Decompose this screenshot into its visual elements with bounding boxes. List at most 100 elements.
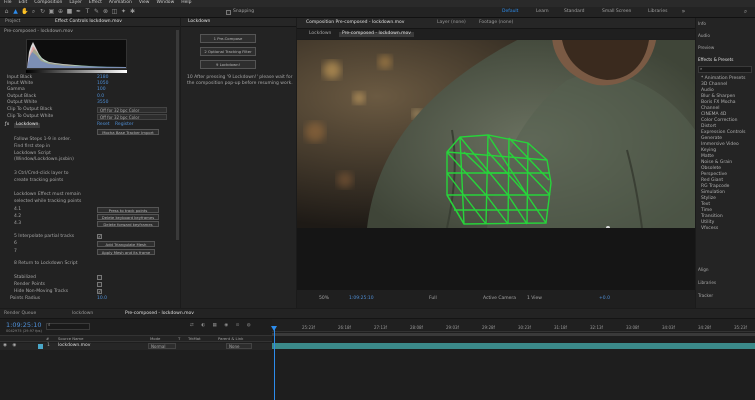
workspace-standard[interactable]: Standard [564,9,584,15]
panel-effects-presets[interactable]: Effects & Presets [698,57,733,62]
search-icon[interactable]: ⌕ [742,9,749,16]
render-points-checkbox[interactable] [97,282,102,287]
effect-category-20[interactable]: Simulation [701,190,725,196]
interpolate-checkbox[interactable]: ✓ [97,234,102,239]
workspace-learn[interactable]: Learn [536,9,549,15]
effect-category-16[interactable]: Obsolete [701,166,721,172]
effect-category-7[interactable]: CINEMA 4D [701,112,726,118]
pre-compose-button[interactable]: 1 Pre-Compose [200,34,256,43]
viewer-pasteboard[interactable] [297,228,695,290]
tab-layer[interactable]: Layer (none) [437,20,466,26]
hide-non-moving-checkbox[interactable]: ✓ [97,289,102,294]
panel-audio[interactable]: Audio [698,33,710,38]
menu-composition[interactable]: Composition [34,1,62,6]
camera-tool-icon[interactable]: ▣ [48,9,55,16]
points-radius-value[interactable]: 10.0 [97,296,107,302]
effect-category-21[interactable]: Stylize [701,196,716,202]
input-black-value[interactable]: 2180 [97,75,108,81]
effect-fx-icon[interactable]: ƒx [5,122,9,128]
pan-behind-tool-icon[interactable]: ⊕ [57,9,64,16]
menu-help[interactable]: Help [181,1,191,6]
layer-mode-dropdown[interactable]: Normal [148,343,176,349]
delete-forward-keyframes-button[interactable]: Delete forward keyframes [97,221,159,227]
workspace-default[interactable]: Default [502,9,518,15]
effect-category-4[interactable]: Blur & Sharpen [701,94,735,100]
exposure-value[interactable]: +0.0 [599,296,610,302]
effect-category-26[interactable]: Vfxcess [701,226,718,232]
effect-category-1[interactable]: * Animation Presets [701,76,745,82]
panel-align[interactable]: Align [698,267,709,272]
effect-category-10[interactable]: Expression Controls [701,130,745,136]
timeline-timecode[interactable]: 1:09:25:10 [6,322,42,329]
mask-tool-icon[interactable]: ■ [66,9,73,16]
output-black-value[interactable]: 0.0 [97,94,104,100]
effect-register-link[interactable]: Register [115,122,134,128]
effect-category-9[interactable]: Distort [701,124,716,130]
effect-category-2[interactable]: 3D Channel [701,82,727,88]
input-gradient-bar[interactable] [26,70,127,73]
effect-category-19[interactable]: RG Trapcode [701,184,729,190]
output-white-value[interactable]: 3550 [97,100,108,106]
effect-category-14[interactable]: Matte [701,154,714,160]
effect-category-23[interactable]: Time [701,208,712,214]
eraser-tool-icon[interactable]: ◫ [111,9,118,16]
time-ruler[interactable]: 25:23f 26:18f 27:13f 28:08f 29:03f 29:28… [272,319,755,332]
effect-category-22[interactable]: Text [701,202,710,208]
home-icon[interactable]: ⌂ [3,9,10,16]
zoom-dropdown[interactable]: 50% [319,296,329,302]
tab-composition[interactable]: Composition Pre-composed - lockdown.mov [306,20,404,26]
effect-category-15[interactable]: Noise & Grain [701,160,732,166]
timeline-switch-icons[interactable]: ⇄ ◐ ▦ ◉ ⊙ ◍ [190,323,254,329]
panel-preview[interactable]: Preview [698,45,714,50]
track-points-button[interactable]: Press to track points [97,207,159,213]
puppet-tool-icon[interactable]: ✱ [129,9,136,16]
effect-category-25[interactable]: Utility [701,220,714,226]
effect-category-3[interactable]: Audio [701,88,714,94]
hand-tool-icon[interactable]: ✋ [21,9,28,16]
menu-animation[interactable]: Animation [109,1,132,6]
table-row[interactable]: ◉ ◉ 1 lockdown.mov Normal None [0,343,272,350]
zoom-tool-icon[interactable]: ⌕ [30,9,37,16]
effect-category-13[interactable]: Keying [701,148,716,154]
tab-lockdown[interactable]: Lockdown [188,19,210,25]
workspace-small-screen[interactable]: Small Screen [602,9,631,15]
effect-category-12[interactable]: Immersive Video [701,142,739,148]
resolution-dropdown[interactable]: Full [429,296,437,302]
effect-reset-link[interactable]: Reset [97,122,110,128]
gamma-value[interactable]: 100 [97,87,106,93]
clip-black-dropdown[interactable]: Off for 32 bpc Color [97,107,167,113]
effect-category-6[interactable]: Channel [701,106,719,112]
timeline-search-input[interactable] [46,323,90,330]
selection-tool-icon[interactable]: ▲ [12,9,19,16]
mocha-import-button[interactable]: Mocha Base Tracker Import [97,129,159,135]
camera-dropdown[interactable]: Active Camera [483,296,516,302]
tab-render-queue[interactable]: Render Queue [4,311,36,317]
menu-file[interactable]: File [4,1,12,6]
roto-tool-icon[interactable]: ✦ [120,9,127,16]
layer-parent-dropdown[interactable]: None [226,343,252,349]
menu-window[interactable]: Window [157,1,175,6]
crumb-precomposed[interactable]: Pre-composed - lockdown.mov [339,31,414,37]
lockdown-run-button[interactable]: 9 Lockdown! [200,60,256,69]
pen-tool-icon[interactable]: ✒ [75,9,82,16]
effect-category-5[interactable]: Boris FX Mocha [701,100,736,106]
layer-duration-bar[interactable] [272,343,755,349]
clone-tool-icon[interactable]: ⊗ [102,9,109,16]
tab-project[interactable]: Project [5,19,20,25]
effect-category-8[interactable]: Color Correction [701,118,737,124]
input-white-value[interactable]: 1050 [97,81,108,87]
left-panel-scrollbar[interactable] [176,30,179,240]
brush-tool-icon[interactable]: ✎ [93,9,100,16]
workspace-libraries[interactable]: Libraries [648,9,667,15]
comp-viewer-image[interactable] [297,40,695,228]
view-layout-dropdown[interactable]: 1 View [527,296,542,302]
delete-keyboard-keyframes-button[interactable]: Delete keyboard keyframes [97,214,159,220]
current-time-indicator[interactable] [274,328,275,400]
rotate-tool-icon[interactable]: ↻ [39,9,46,16]
layer-visibility-icon[interactable]: ◉ ◉ [3,343,18,349]
panel-info[interactable]: Info [698,21,706,26]
tab-precomposed-comp[interactable]: Pre-composed - lockdown.mov [125,311,194,317]
panel-libraries[interactable]: Libraries [698,280,716,285]
clip-white-dropdown[interactable]: Off for 32 bpc Color [97,114,167,120]
panel-tracker[interactable]: Tracker [698,293,713,298]
